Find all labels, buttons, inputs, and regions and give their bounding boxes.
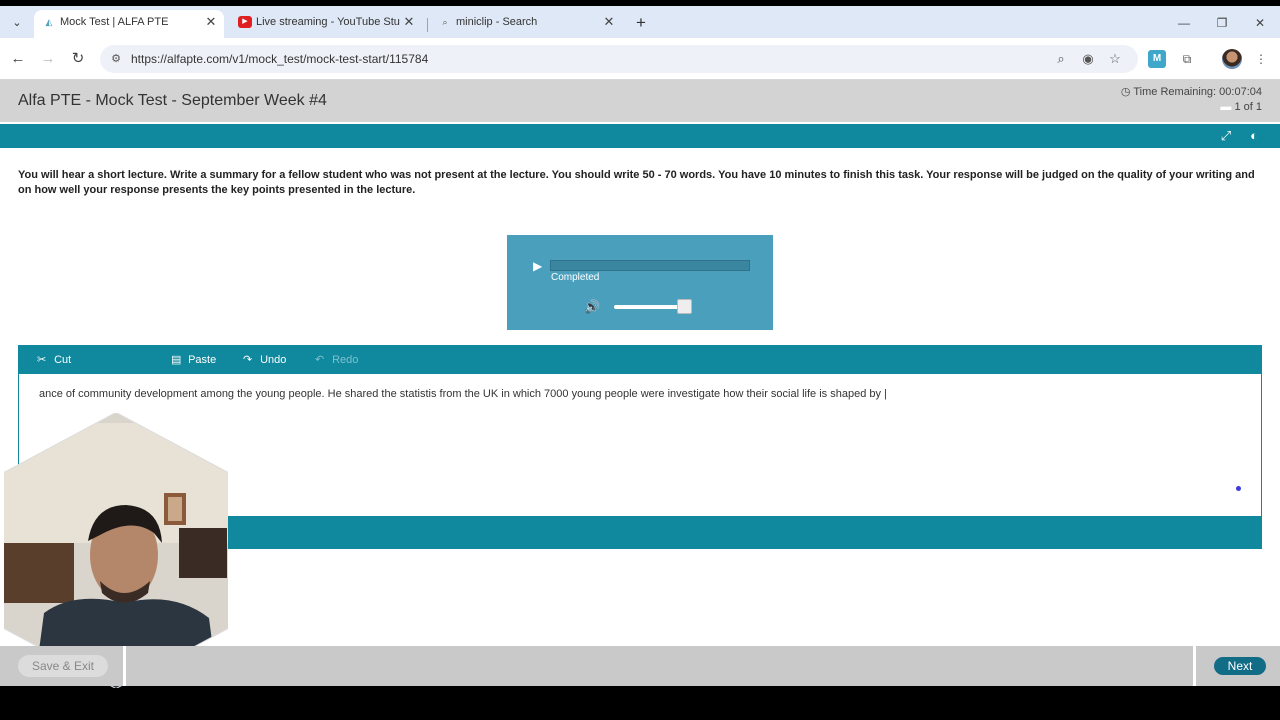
bookmark-star-icon[interactable]: ☆ — [1107, 51, 1123, 67]
task-instruction: You will hear a short lecture. Write a s… — [18, 169, 1255, 196]
play-icon[interactable]: ▶ — [533, 259, 545, 273]
volume-slider[interactable] — [614, 305, 684, 309]
clipboard-icon: ▤ — [171, 354, 182, 366]
audio-progress-bar[interactable] — [550, 260, 750, 271]
audio-player: ▶ Completed 🔊 — [507, 235, 773, 330]
undo-button[interactable]: ↷ Undo — [243, 353, 286, 366]
forward-icon[interactable]: → — [38, 49, 58, 69]
cursor-dot — [1236, 486, 1241, 491]
page-icon: ▬ — [1220, 101, 1232, 113]
redo-label: Redo — [332, 354, 359, 366]
clock-icon: ◷ — [1120, 86, 1131, 98]
url-field[interactable]: ⚙ https://alfapte.com/v1/mock_test/mock-… — [100, 45, 1138, 73]
bottom-bar: Save & Exit Next — [0, 646, 1280, 686]
tab-miniclip-search[interactable]: ⌕ miniclip - Search ✕ — [430, 10, 622, 38]
undo-icon: ↷ — [243, 354, 253, 366]
redo-icon: ↶ — [315, 354, 325, 366]
tab-search-icon[interactable]: ⌄ — [6, 12, 28, 34]
tab-youtube-studio[interactable]: ▶ Live streaming - YouTube Studio ✕ — [230, 10, 422, 38]
close-tab-icon[interactable]: ✕ — [602, 10, 616, 34]
editor-toolbar: ✂ Cut ▤ Paste ↷ Undo ↶ Redo — [19, 346, 1261, 374]
screen: ⌄ ◭ Mock Test | ALFA PTE ✕ ▶ Live stream… — [0, 0, 1280, 720]
time-label: Time Remaining: — [1133, 86, 1217, 98]
search-favicon-icon: ⌕ — [442, 17, 448, 27]
undo-label: Undo — [260, 354, 287, 366]
test-header: Alfa PTE - Mock Test - September Week #4… — [0, 80, 1280, 122]
timer: ◷ Time Remaining: 00:07:04 ▬ 1 of 1 — [1121, 85, 1262, 115]
more-menu-icon[interactable]: ⋮ — [1252, 50, 1270, 68]
page: Alfa PTE - Mock Test - September Week #4… — [0, 80, 1280, 688]
page-title: Alfa PTE - Mock Test - September Week #4 — [18, 92, 327, 109]
tab-title: Live streaming - YouTube Studio — [256, 16, 400, 28]
bottom-divider — [123, 646, 126, 686]
browser-tab-bar: ⌄ ◭ Mock Test | ALFA PTE ✕ ▶ Live stream… — [0, 6, 1280, 38]
alfa-favicon-icon: ◭ — [45, 17, 53, 27]
url-text: https://alfapte.com/v1/mock_test/mock-te… — [131, 52, 429, 66]
tab-mock-test[interactable]: ◭ Mock Test | ALFA PTE ✕ — [34, 10, 224, 38]
save-exit-button[interactable]: Save & Exit — [18, 655, 108, 677]
next-button[interactable]: Next — [1214, 657, 1266, 675]
page-counter: 1 of 1 — [1234, 101, 1262, 113]
extensions-puzzle-icon[interactable]: ⧉ — [1178, 50, 1196, 68]
paste-button[interactable]: ▤ Paste — [171, 353, 216, 366]
redo-button[interactable]: ↶ Redo — [315, 353, 358, 366]
summary-textarea[interactable]: ance of community development among the … — [39, 388, 1239, 400]
extension-m-icon[interactable]: M — [1148, 50, 1166, 68]
profile-avatar[interactable] — [1222, 49, 1242, 69]
time-value: 00:07:04 — [1219, 86, 1262, 98]
toolbar-strip: ⤢ ◐ — [0, 124, 1280, 148]
close-tab-icon[interactable]: ✕ — [204, 10, 218, 34]
paste-label: Paste — [188, 354, 217, 366]
youtube-favicon-icon: ▶ — [238, 16, 252, 28]
site-info-icon[interactable]: ⚙ — [108, 51, 124, 67]
volume-icon[interactable]: 🔊 — [584, 299, 600, 315]
reload-icon[interactable]: ↻ — [68, 49, 88, 69]
tab-separator — [427, 18, 428, 32]
fullscreen-icon[interactable]: ⤢ — [1218, 128, 1234, 144]
bottom-divider — [1193, 646, 1196, 686]
theme-toggle-icon[interactable]: ◐ — [1246, 128, 1262, 144]
zoom-icon[interactable]: ⌕ — [1053, 51, 1069, 67]
restore-icon[interactable]: ❐ — [1212, 14, 1232, 32]
close-tab-icon[interactable]: ✕ — [402, 10, 416, 34]
volume-slider-handle[interactable] — [677, 299, 692, 314]
eye-off-icon[interactable]: ◉ — [1080, 51, 1096, 67]
tab-title: miniclip - Search — [456, 16, 538, 28]
close-window-icon[interactable]: ✕ — [1250, 14, 1270, 32]
audio-status: Completed — [551, 272, 600, 283]
cut-label: Cut — [54, 354, 72, 366]
tab-title: Mock Test | ALFA PTE — [60, 16, 169, 28]
cut-button[interactable]: ✂ Cut — [37, 353, 71, 366]
minimize-icon[interactable]: — — [1174, 14, 1194, 32]
address-bar-row: ← → ↻ ⚙ https://alfapte.com/v1/mock_test… — [0, 38, 1280, 80]
back-icon[interactable]: ← — [8, 49, 28, 69]
scissors-icon: ✂ — [37, 354, 47, 366]
new-tab-icon[interactable]: + — [632, 14, 650, 32]
